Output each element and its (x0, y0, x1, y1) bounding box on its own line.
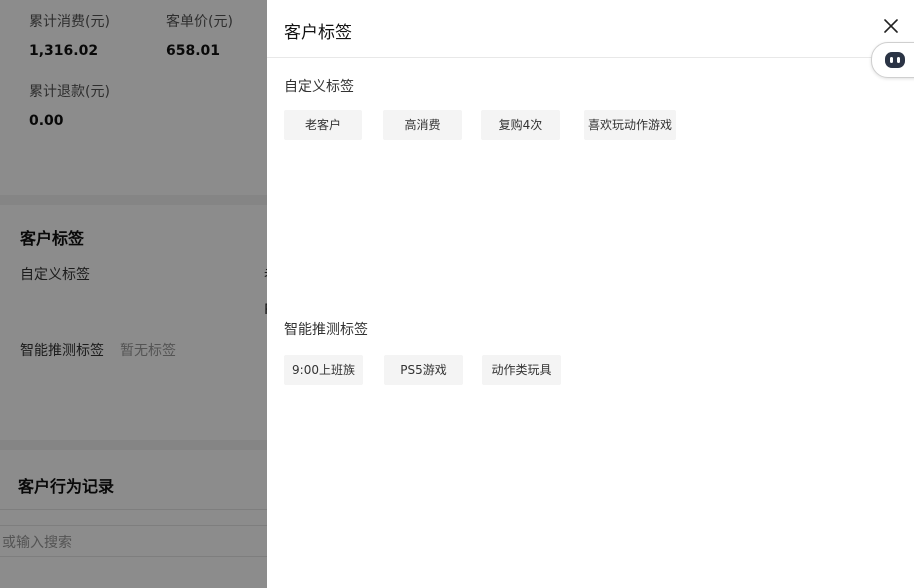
tag-action-games[interactable]: 喜欢玩动作游戏 (584, 110, 676, 140)
modal-backdrop[interactable] (0, 0, 267, 588)
tag-ps5-games[interactable]: PS5游戏 (384, 355, 463, 385)
drawer-header: 客户标签 (267, 0, 914, 58)
smart-tags-title: 智能推测标签 (284, 322, 368, 338)
customer-tags-drawer: 客户标签 自定义标签 老客户 高消费 复购4次 喜欢玩动作游戏 智能推测标签 9… (267, 0, 914, 588)
close-button[interactable] (880, 15, 902, 37)
custom-tags-title: 自定义标签 (284, 79, 354, 95)
tag-high-spend[interactable]: 高消费 (383, 110, 462, 140)
close-icon (884, 19, 898, 33)
tag-old-customer[interactable]: 老客户 (284, 110, 362, 140)
tag-repurchase[interactable]: 复购4次 (481, 110, 560, 140)
robot-icon (885, 52, 905, 68)
assistant-button[interactable] (871, 42, 914, 78)
tag-office-worker[interactable]: 9:00上班族 (284, 355, 363, 385)
drawer-title: 客户标签 (284, 23, 352, 43)
tag-action-toys[interactable]: 动作类玩具 (482, 355, 561, 385)
